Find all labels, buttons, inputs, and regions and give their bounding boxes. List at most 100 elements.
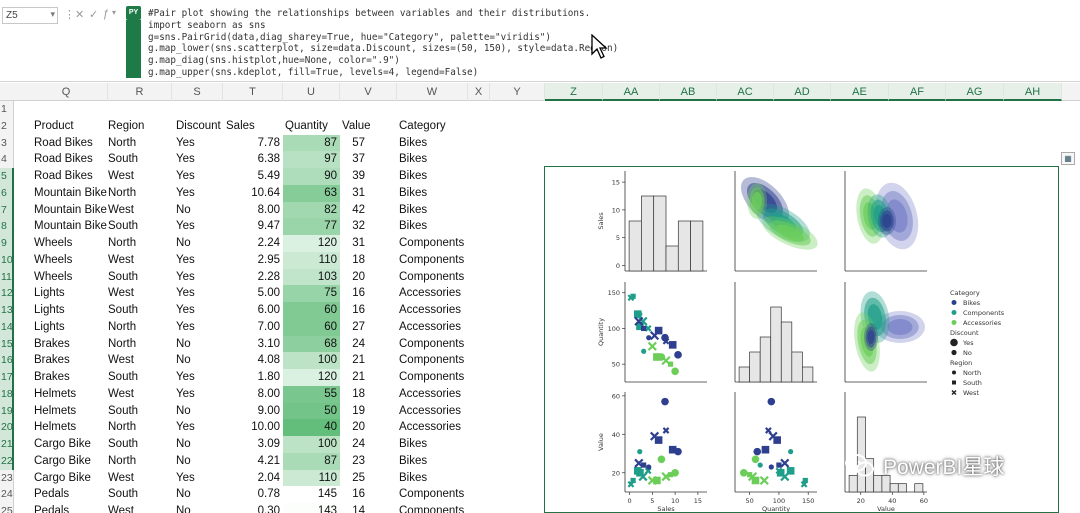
- cell-discount[interactable]: Yes: [176, 319, 222, 336]
- cell-region[interactable]: South: [108, 269, 172, 286]
- cell-category[interactable]: Components: [399, 252, 479, 269]
- cell-region[interactable]: North: [108, 185, 172, 202]
- row-header[interactable]: 2: [0, 118, 14, 135]
- cell-region[interactable]: West: [108, 386, 172, 403]
- cell-quantity[interactable]: 77: [283, 218, 340, 236]
- name-box[interactable]: Z5 ▾: [2, 7, 58, 24]
- python-code[interactable]: #Pair plot showing the relationships bet…: [148, 8, 618, 79]
- cell-category[interactable]: Accessories: [399, 319, 479, 336]
- cell-region[interactable]: North: [108, 235, 172, 252]
- cell-quantity[interactable]: 55: [283, 385, 340, 403]
- cell-discount[interactable]: Yes: [176, 419, 222, 436]
- cell-region[interactable]: West: [108, 168, 172, 185]
- cell-sales[interactable]: 2.04: [226, 470, 283, 487]
- cell-category[interactable]: Bikes: [399, 453, 479, 470]
- row-header[interactable]: 12: [0, 285, 14, 303]
- column-header-r[interactable]: R: [108, 83, 172, 101]
- cell-value[interactable]: 18: [340, 386, 368, 403]
- cell-category[interactable]: Components: [399, 352, 479, 369]
- row-header[interactable]: 25: [0, 503, 14, 513]
- cell-sales[interactable]: 2.24: [226, 235, 283, 252]
- cell-quantity[interactable]: 75: [283, 285, 340, 303]
- chevron-down-icon[interactable]: ▾: [50, 9, 55, 20]
- cell-sales[interactable]: 9.00: [226, 403, 283, 420]
- cell-sales[interactable]: 2.28: [226, 269, 283, 286]
- cell-discount[interactable]: No: [176, 202, 222, 219]
- cell-value[interactable]: 24: [340, 436, 368, 453]
- cell-discount[interactable]: Yes: [176, 151, 222, 168]
- cell-value[interactable]: 14: [340, 503, 368, 513]
- cell-sales[interactable]: 5.00: [226, 285, 283, 302]
- cell-discount[interactable]: Yes: [176, 369, 222, 386]
- row-header[interactable]: 7: [0, 201, 14, 219]
- header-quantity[interactable]: Quantity: [285, 118, 340, 135]
- cell-region[interactable]: North: [108, 336, 172, 353]
- cell-category[interactable]: Bikes: [399, 218, 479, 235]
- cell-region[interactable]: South: [108, 486, 172, 503]
- cell-quantity[interactable]: 87: [283, 134, 340, 152]
- cell-region[interactable]: West: [108, 470, 172, 487]
- row-header[interactable]: 20: [0, 419, 14, 437]
- cell-discount[interactable]: No: [176, 352, 222, 369]
- cell-quantity[interactable]: 87: [283, 452, 340, 470]
- cell-value[interactable]: 31: [340, 185, 368, 202]
- row-header[interactable]: 14: [0, 318, 14, 336]
- cell-sales[interactable]: 5.49: [226, 168, 283, 185]
- cell-discount[interactable]: Yes: [176, 470, 222, 487]
- cell-value[interactable]: 16: [340, 285, 368, 302]
- column-header-t[interactable]: T: [223, 83, 283, 101]
- cell-sales[interactable]: 4.08: [226, 352, 283, 369]
- column-header-ag[interactable]: AG: [946, 83, 1004, 101]
- cell-quantity[interactable]: 63: [283, 184, 340, 202]
- cell-quantity[interactable]: 110: [283, 251, 340, 269]
- row-header[interactable]: 10: [0, 251, 14, 269]
- column-header-ad[interactable]: AD: [774, 83, 831, 101]
- column-header-z[interactable]: Z: [545, 83, 603, 101]
- row-header[interactable]: 6: [0, 184, 14, 202]
- row-header[interactable]: 17: [0, 369, 14, 386]
- cell-discount[interactable]: Yes: [176, 302, 222, 319]
- cell-sales[interactable]: 10.64: [226, 185, 283, 202]
- row-header[interactable]: 8: [0, 218, 14, 236]
- cell-category[interactable]: Bikes: [399, 168, 479, 185]
- cell-region[interactable]: South: [108, 151, 172, 168]
- cell-value[interactable]: 16: [340, 302, 368, 319]
- cell-sales[interactable]: 8.00: [226, 386, 283, 403]
- header-product[interactable]: Product: [34, 118, 114, 135]
- cell-quantity[interactable]: 100: [283, 352, 340, 370]
- cell-category[interactable]: Accessories: [399, 302, 479, 319]
- cell-region[interactable]: South: [108, 369, 172, 386]
- cell-value[interactable]: 19: [340, 403, 368, 420]
- row-header[interactable]: 24: [0, 486, 14, 503]
- cell-quantity[interactable]: 50: [283, 402, 340, 420]
- cell-sales[interactable]: 9.47: [226, 218, 283, 235]
- cell-value[interactable]: 57: [340, 135, 368, 152]
- cell-value[interactable]: 20: [340, 419, 368, 436]
- cell-discount[interactable]: No: [176, 436, 222, 453]
- row-header[interactable]: 4: [0, 151, 14, 168]
- cell-category[interactable]: Components: [399, 269, 479, 286]
- cell-category[interactable]: Accessories: [399, 386, 479, 403]
- cell-discount[interactable]: No: [176, 453, 222, 470]
- cell-value[interactable]: 16: [340, 486, 368, 503]
- column-header-y[interactable]: Y: [490, 83, 545, 101]
- cell-quantity[interactable]: 145: [283, 486, 340, 504]
- column-header-w[interactable]: W: [397, 83, 468, 101]
- cell-category[interactable]: Components: [399, 486, 479, 503]
- cell-quantity[interactable]: 143: [283, 503, 340, 513]
- cell-quantity[interactable]: 40: [283, 419, 340, 437]
- cell-category[interactable]: Accessories: [399, 419, 479, 436]
- header-sales[interactable]: Sales: [226, 118, 283, 135]
- cell-region[interactable]: West: [108, 352, 172, 369]
- cell-sales[interactable]: 6.00: [226, 302, 283, 319]
- row-header[interactable]: 19: [0, 402, 14, 420]
- cell-value[interactable]: 21: [340, 369, 368, 386]
- column-header-q[interactable]: Q: [25, 83, 108, 101]
- cell-discount[interactable]: Yes: [176, 135, 222, 152]
- cell-discount[interactable]: Yes: [176, 269, 222, 286]
- cell-quantity[interactable]: 120: [283, 235, 340, 252]
- cell-value[interactable]: 21: [340, 352, 368, 369]
- row-header[interactable]: 16: [0, 352, 14, 370]
- cell-discount[interactable]: Yes: [176, 168, 222, 185]
- chevron-down-icon[interactable]: ▾: [112, 8, 116, 17]
